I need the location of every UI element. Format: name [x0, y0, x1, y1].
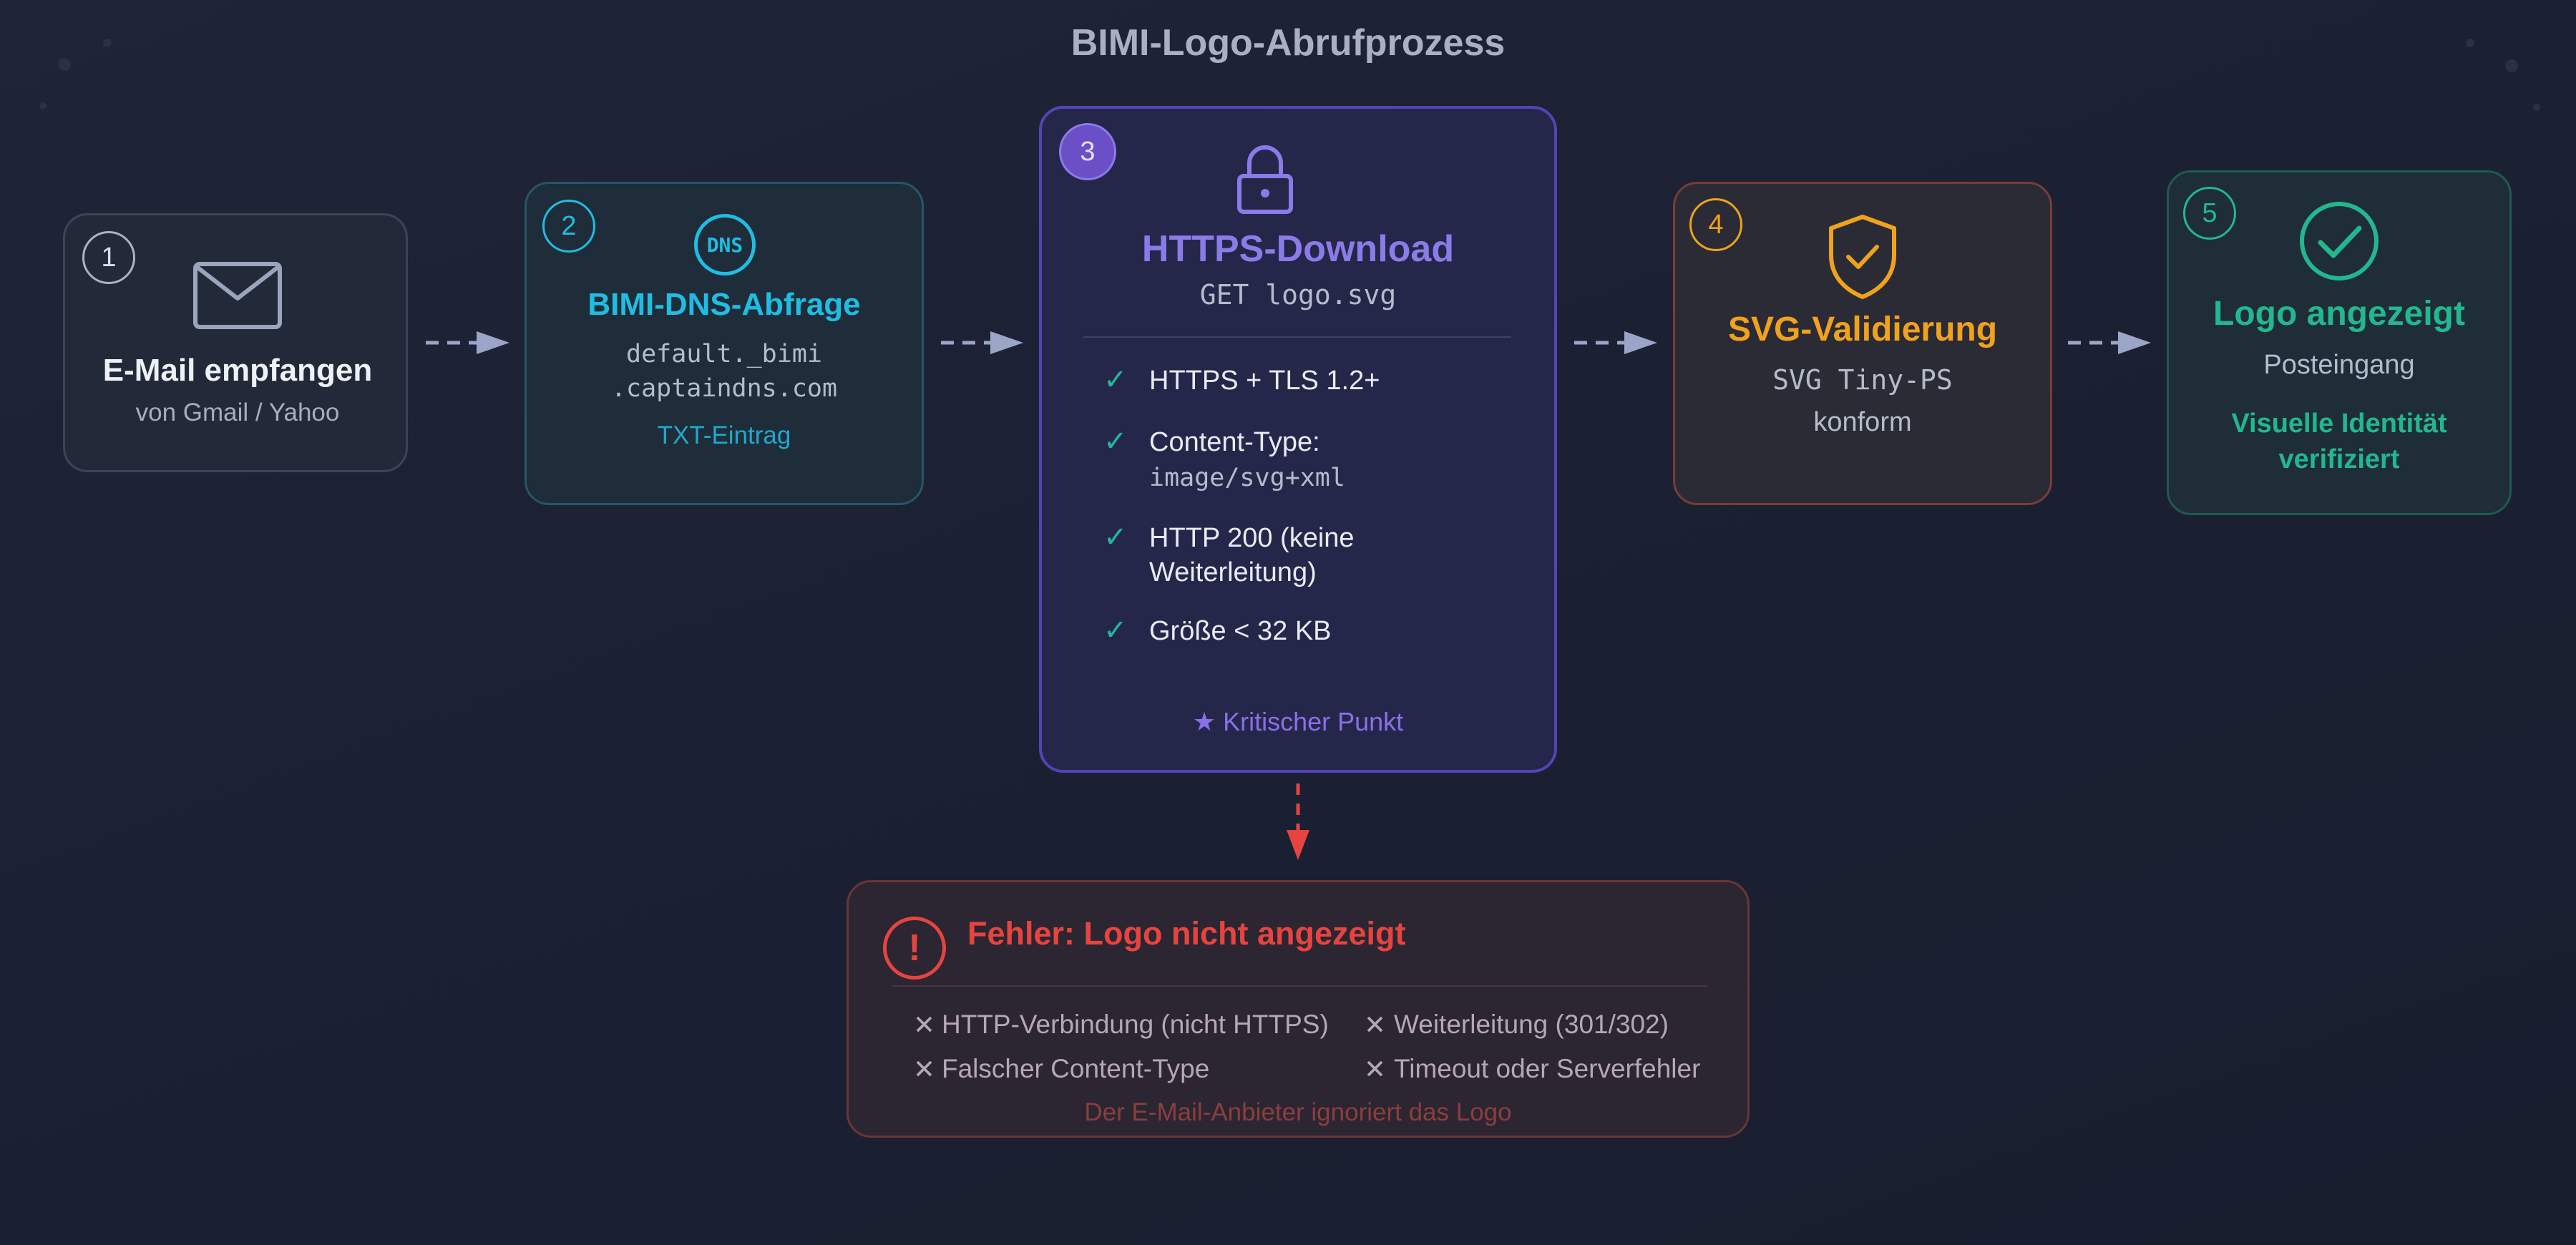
- error-title: Fehler: Logo nicht angezeigt: [967, 915, 1406, 952]
- verified-note-line-1: Visuelle Identität: [2231, 409, 2447, 439]
- step-subtitle: GET logo.svg: [1199, 279, 1397, 311]
- divider: [1083, 336, 1511, 338]
- step-5-card: 5 Logo angezeigt Posteingang Visuelle Id…: [2167, 170, 2512, 515]
- check-item: HTTP 200 (keine: [1149, 523, 1355, 553]
- step-detail-line-2: konform: [1813, 407, 1912, 437]
- check-icon: ✓: [1103, 364, 1128, 396]
- arrowhead-2-3: [990, 331, 1023, 354]
- check-item-detail: image/svg+xml: [1149, 464, 1345, 492]
- step-number-badge: 2: [542, 200, 595, 253]
- error-footer: Der E-Mail-Anbieter ignoriert das Logo: [1084, 1098, 1512, 1126]
- check-item-continued: Weiterleitung): [1149, 557, 1317, 587]
- exclamation-icon: !: [883, 917, 946, 980]
- envelope-icon: [193, 262, 282, 329]
- arrowhead-1-2: [477, 331, 509, 354]
- step-title: HTTPS-Download: [1141, 228, 1455, 270]
- step-4-card: 4 SVG-Validierung SVG Tiny-PS konform: [1673, 182, 2052, 505]
- lock-icon: [1237, 145, 1293, 214]
- shield-check-icon: [1829, 215, 1896, 299]
- step-3-card: 3 HTTPS-Download GET logo.svg ✓ HTTPS + …: [1039, 106, 1557, 773]
- step-title: E-Mail empfangen: [102, 353, 373, 388]
- arrowhead-3-error: [1287, 830, 1309, 860]
- step-subtitle: Posteingang: [2263, 350, 2415, 380]
- arrowhead-4-5: [2118, 331, 2151, 354]
- step-number-badge: 4: [1689, 198, 1742, 251]
- error-box: ! Fehler: Logo nicht angezeigt ✕ HTTP-Ve…: [847, 880, 1750, 1138]
- dns-record-line-2: .captaindns.com: [610, 374, 838, 403]
- check-icon: ✓: [1103, 615, 1128, 646]
- step-title: Logo angezeigt: [2213, 295, 2465, 333]
- step-number-badge: 3: [1059, 123, 1116, 180]
- error-x-icon: ✕: [1364, 1010, 1387, 1040]
- arrowhead-3-4: [1624, 331, 1657, 354]
- dns-record-line-1: default._bimi: [626, 340, 822, 368]
- error-item: Weiterleitung (301/302): [1394, 1010, 1669, 1039]
- step-1-card: 1 E-Mail empfangen von Gmail / Yahoo: [63, 213, 408, 472]
- error-item: Falscher Content-Type: [942, 1054, 1210, 1083]
- critical-point-label: ★ Kritischer Punkt: [1192, 707, 1404, 736]
- step-title: BIMI-DNS-Abfrage: [587, 287, 861, 322]
- step-detail-line-1: SVG Tiny-PS: [1772, 364, 1953, 396]
- error-x-icon: ✕: [913, 1010, 936, 1040]
- error-x-icon: ✕: [1364, 1055, 1387, 1084]
- step-2-card: 2 DNS BIMI-DNS-Abfrage default._bimi .ca…: [525, 182, 924, 505]
- check-circle-icon: [2300, 202, 2379, 280]
- dns-icon-label: DNS: [706, 233, 743, 257]
- error-item: HTTP-Verbindung (nicht HTTPS): [942, 1010, 1329, 1039]
- step-number-badge: 5: [2183, 187, 2236, 240]
- step-title: SVG-Validierung: [1727, 311, 1998, 348]
- error-item: Timeout oder Serverfehler: [1394, 1054, 1701, 1083]
- error-x-icon: ✕: [913, 1055, 936, 1084]
- step-subtitle: von Gmail / Yahoo: [135, 399, 340, 426]
- verified-note-line-2: verifiziert: [2278, 444, 2400, 474]
- divider: [892, 985, 1707, 987]
- check-item: Größe < 32 KB: [1149, 616, 1332, 646]
- check-item: Content-Type:: [1149, 427, 1320, 457]
- check-item: HTTPS + TLS 1.2+: [1149, 366, 1380, 396]
- check-icon: ✓: [1103, 426, 1128, 457]
- check-icon: ✓: [1103, 522, 1128, 553]
- record-type: TXT-Eintrag: [657, 421, 791, 449]
- step-number-badge: 1: [82, 231, 135, 284]
- dns-icon: DNS: [694, 214, 756, 275]
